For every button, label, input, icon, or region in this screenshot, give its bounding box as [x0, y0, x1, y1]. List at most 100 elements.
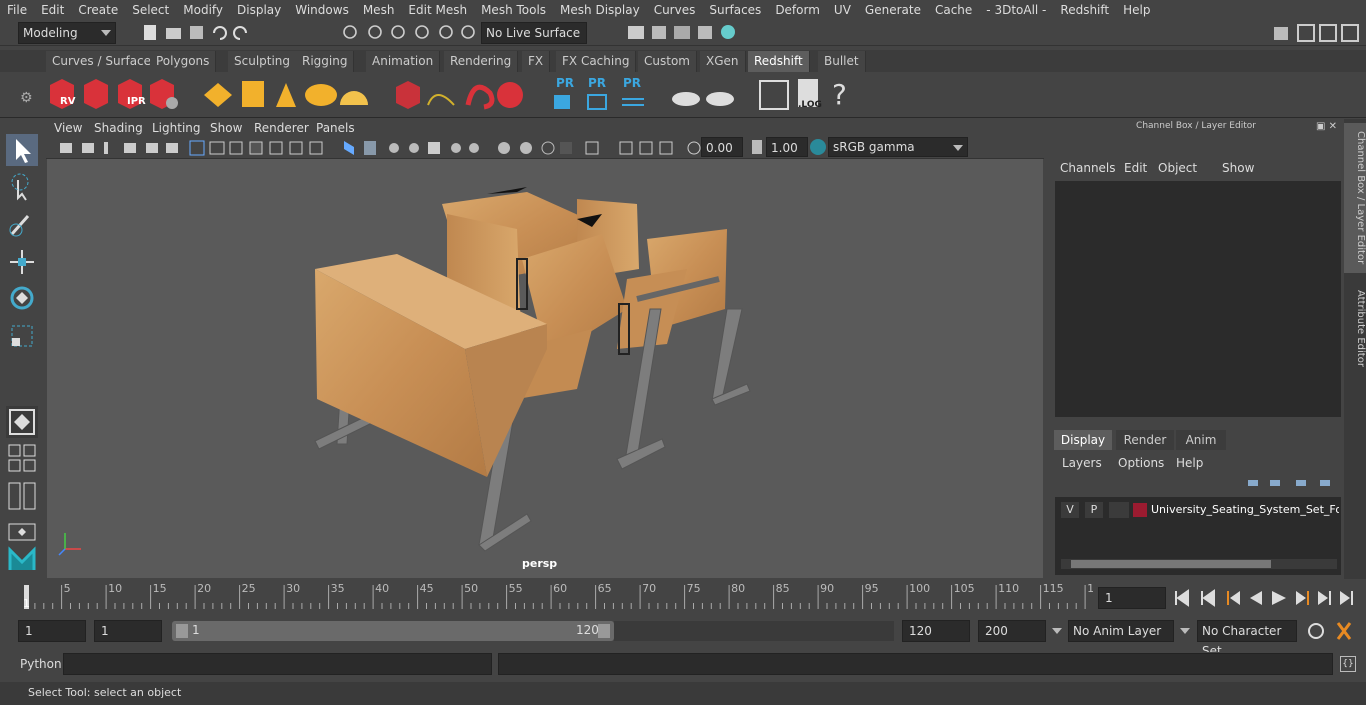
- move-tool-icon[interactable]: [6, 246, 38, 278]
- channel-list[interactable]: [1055, 181, 1341, 417]
- layer-menu-1[interactable]: Options: [1118, 456, 1164, 470]
- range-start-handle[interactable]: [176, 624, 188, 638]
- layer-scrollbar[interactable]: [1061, 559, 1337, 569]
- viewport-tool-icons[interactable]: [54, 139, 704, 157]
- menu-item-15[interactable]: Generate: [858, 0, 928, 20]
- anim-layer-field[interactable]: No Anim Layer: [1068, 620, 1174, 642]
- shelf-tab-9[interactable]: XGen: [700, 51, 746, 72]
- channel-menu-1[interactable]: Edit: [1124, 161, 1147, 175]
- menu-item-14[interactable]: UV: [827, 0, 858, 20]
- end-time-field[interactable]: 200: [978, 620, 1046, 642]
- panel-menu-0[interactable]: View: [54, 121, 82, 135]
- panel-float-close-icon[interactable]: ▣ ✕: [1316, 121, 1340, 133]
- playback-controls[interactable]: [1172, 588, 1362, 608]
- menu-item-1[interactable]: Edit: [34, 0, 71, 20]
- panel-menu-4[interactable]: Renderer: [254, 121, 309, 135]
- viewport[interactable]: persp: [47, 159, 1043, 578]
- layer-row[interactable]: V P University_Seating_System_Set_Four_: [1059, 501, 1339, 519]
- channel-menu-2[interactable]: Object: [1158, 161, 1197, 175]
- redshift-shelf-icons[interactable]: [44, 75, 844, 115]
- menu-item-16[interactable]: Cache: [928, 0, 979, 20]
- scale-tool-icon[interactable]: [6, 320, 38, 352]
- layer-name[interactable]: University_Seating_System_Set_Four_: [1151, 502, 1339, 518]
- select-tool-icon[interactable]: [6, 134, 38, 166]
- range-slider[interactable]: 1 120: [172, 621, 614, 641]
- shelf-tab-0[interactable]: Curves / Surfaces: [46, 51, 165, 72]
- shelf-tab-8[interactable]: Custom: [638, 51, 697, 72]
- menu-item-19[interactable]: Help: [1116, 0, 1157, 20]
- shelf-tab-1[interactable]: Polygons: [150, 51, 217, 72]
- menu-item-12[interactable]: Surfaces: [702, 0, 768, 20]
- layer-visibility-toggle[interactable]: V: [1061, 502, 1079, 518]
- menu-item-7[interactable]: Mesh: [356, 0, 402, 20]
- gear-icon[interactable]: ⚙: [20, 90, 33, 106]
- menu-item-11[interactable]: Curves: [647, 0, 703, 20]
- layer-playback-toggle[interactable]: P: [1085, 502, 1103, 518]
- colorspace-toggle-icon[interactable]: [810, 139, 826, 155]
- two-pane-icon[interactable]: [6, 480, 38, 512]
- panel-menu-1[interactable]: Shading: [94, 121, 143, 135]
- anim-pref-icons[interactable]: [1304, 621, 1360, 641]
- rotate-tool-icon[interactable]: [6, 282, 38, 314]
- live-surface-field[interactable]: No Live Surface: [481, 22, 587, 44]
- menu-item-8[interactable]: Edit Mesh: [401, 0, 474, 20]
- menu-item-2[interactable]: Create: [71, 0, 125, 20]
- menu-item-18[interactable]: Redshift: [1053, 0, 1116, 20]
- menu-item-0[interactable]: File: [0, 0, 34, 20]
- layer-tab-0[interactable]: Display: [1054, 430, 1112, 450]
- render-tools-icons[interactable]: [600, 23, 740, 43]
- layer-color-swatch[interactable]: [1133, 503, 1147, 517]
- anim-layer-dropdown-arrow[interactable]: [1052, 628, 1062, 634]
- current-frame-field[interactable]: 1: [1098, 587, 1166, 609]
- single-pane-icon[interactable]: [6, 406, 38, 438]
- layer-type-toggle[interactable]: [1109, 502, 1129, 518]
- menu-item-10[interactable]: Mesh Display: [553, 0, 647, 20]
- menu-item-9[interactable]: Mesh Tools: [474, 0, 553, 20]
- help-icon[interactable]: ?: [832, 78, 847, 111]
- layer-menu-2[interactable]: Help: [1176, 456, 1203, 470]
- menu-item-17[interactable]: - 3DtoAll -: [979, 0, 1053, 20]
- shelf-tab-7[interactable]: FX Caching: [556, 51, 637, 72]
- exposure-field[interactable]: 0.00: [701, 137, 743, 157]
- panel-menu-3[interactable]: Show: [210, 121, 242, 135]
- panel-menu-2[interactable]: Lighting: [152, 121, 201, 135]
- paint-tool-icon[interactable]: [6, 208, 38, 240]
- range-end-handle[interactable]: [598, 624, 610, 638]
- char-set-dropdown-arrow[interactable]: [1180, 628, 1190, 634]
- mode-selector[interactable]: Modeling: [18, 22, 116, 44]
- script-editor-icon[interactable]: {}: [1340, 656, 1356, 672]
- shelf-tab-10[interactable]: Redshift: [748, 51, 810, 72]
- shelf-tab-3[interactable]: Rigging: [296, 51, 355, 72]
- layout-icons[interactable]: [1270, 23, 1366, 43]
- layer-tab-1[interactable]: Render: [1116, 430, 1174, 450]
- menu-item-6[interactable]: Windows: [288, 0, 356, 20]
- playback-start-field[interactable]: 1: [94, 620, 162, 642]
- lasso-tool-icon[interactable]: [6, 172, 38, 204]
- shelf-tab-2[interactable]: Sculpting: [228, 51, 298, 72]
- char-set-field[interactable]: No Character Set: [1197, 620, 1297, 658]
- command-language-label[interactable]: Python: [20, 657, 62, 671]
- shelf-tab-5[interactable]: Rendering: [444, 51, 519, 72]
- layer-scroll-thumb[interactable]: [1071, 560, 1271, 568]
- channel-menu-3[interactable]: Show: [1222, 161, 1254, 175]
- panel-menu-5[interactable]: Panels: [316, 121, 355, 135]
- shelf-tab-6[interactable]: FX: [522, 51, 551, 72]
- file-tools-icons[interactable]: [140, 23, 480, 43]
- menu-item-3[interactable]: Select: [125, 0, 176, 20]
- menu-item-4[interactable]: Modify: [176, 0, 230, 20]
- playback-end-field[interactable]: 120: [902, 620, 970, 642]
- shelf-tab-4[interactable]: Animation: [366, 51, 441, 72]
- shelf-tab-11[interactable]: Bullet: [818, 51, 866, 72]
- channel-menu-0[interactable]: Channels: [1060, 161, 1116, 175]
- start-time-field[interactable]: 1: [18, 620, 86, 642]
- colorspace-dropdown[interactable]: sRGB gamma: [828, 137, 968, 157]
- menu-item-13[interactable]: Deform: [768, 0, 827, 20]
- side-tab-attribute-editor[interactable]: Attribute Editor: [1344, 283, 1366, 373]
- side-tab-channel-box[interactable]: Channel Box / Layer Editor: [1344, 123, 1366, 273]
- four-pane-icon[interactable]: [6, 442, 38, 474]
- layer-menu-0[interactable]: Layers: [1062, 456, 1102, 470]
- time-slider[interactable]: 5 10 15 20 25 30 35 40 45 50 55 60 65 70 75 80 85 90 95 100…: [18, 581, 1101, 611]
- menu-item-5[interactable]: Display: [230, 0, 288, 20]
- layer-tool-icons[interactable]: [1244, 475, 1338, 491]
- command-input[interactable]: [63, 653, 492, 675]
